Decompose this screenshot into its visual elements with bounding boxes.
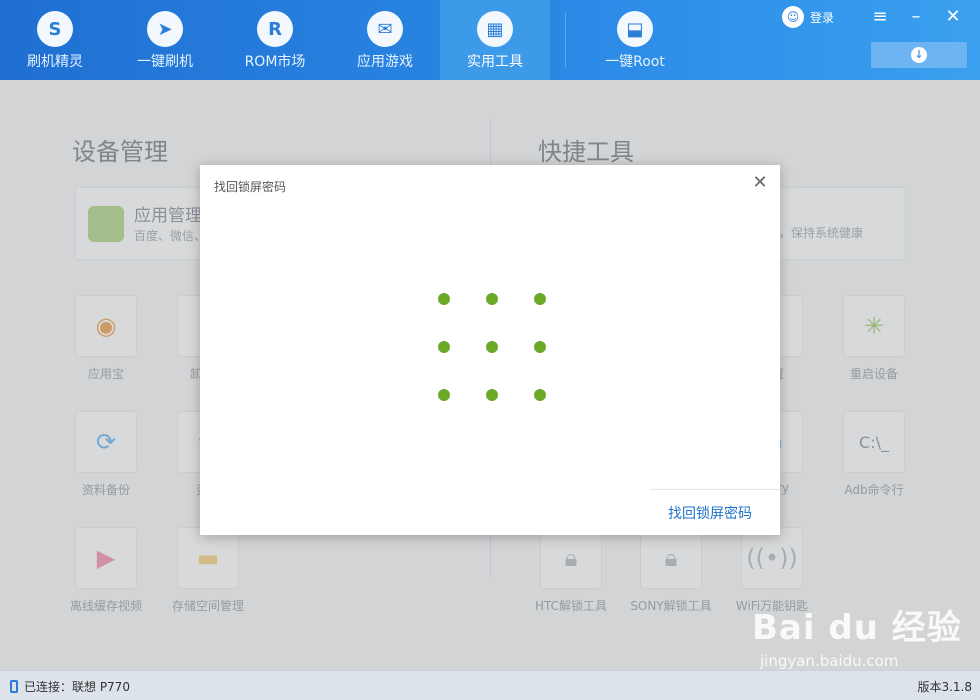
nav-item-rom-market[interactable]: R ROM市场 xyxy=(220,0,330,80)
pattern-dot[interactable] xyxy=(438,341,450,353)
download-icon: ↓ xyxy=(911,47,927,63)
login-button[interactable]: ☺ 登录 xyxy=(782,6,834,28)
minimize-icon[interactable]: – xyxy=(905,6,927,28)
nav-item-utilities[interactable]: ▦ 实用工具 xyxy=(440,0,550,80)
nav-item-label: 实用工具 xyxy=(467,54,523,70)
version-label: 版本3.1.8 xyxy=(917,680,972,694)
close-icon[interactable]: ✕ xyxy=(750,173,770,193)
nav-item-apps-games[interactable]: ✉ 应用游戏 xyxy=(330,0,440,80)
pattern-dot[interactable] xyxy=(486,293,498,305)
recover-password-link[interactable]: 找回锁屏密码 xyxy=(668,503,752,523)
pattern-dot[interactable] xyxy=(486,341,498,353)
rom-icon: R xyxy=(257,11,293,47)
nav-item-label: 一键Root xyxy=(605,54,665,70)
connection-status: 已连接：联想 P770 xyxy=(10,678,130,695)
download-button[interactable]: ↓ xyxy=(871,42,967,68)
pattern-dot[interactable] xyxy=(486,389,498,401)
watermark-logo: Bai du 经验 xyxy=(752,608,962,648)
status-bar: 已连接：联想 P770 版本3.1.8 xyxy=(0,670,980,700)
pattern-dot[interactable] xyxy=(438,389,450,401)
bag-icon: ✉ xyxy=(367,11,403,47)
pattern-dot[interactable] xyxy=(438,293,450,305)
menu-icon[interactable]: ≡ xyxy=(869,6,891,28)
qq-icon: ☺ xyxy=(782,6,804,28)
grid-icon: ▦ xyxy=(477,11,513,47)
nav-item-label: ROM市场 xyxy=(244,54,306,70)
unlock-pattern-dialog: 找回锁屏密码 ✕ 找回锁屏密码 xyxy=(200,165,780,535)
android-icon: ⬓ xyxy=(617,11,653,47)
nav-divider xyxy=(565,12,566,68)
nav-item-label: 一键刷机 xyxy=(137,54,193,70)
pattern-dot[interactable] xyxy=(534,389,546,401)
login-label: 登录 xyxy=(810,10,835,25)
nav-item-label: 刷机精灵 xyxy=(27,54,83,70)
top-nav-bar: S 刷机精灵 ➤ 一键刷机 R ROM市场 ✉ 应用游戏 ▦ 实用工具 ⬓ 一键… xyxy=(0,0,980,80)
nav-item-label: 应用游戏 xyxy=(357,54,413,70)
pattern-dot[interactable] xyxy=(534,293,546,305)
watermark-url: jingyan.baidu.com xyxy=(760,652,899,670)
nav-item-one-click-flash[interactable]: ➤ 一键刷机 xyxy=(110,0,220,80)
nav-item-one-click-root[interactable]: ⬓ 一键Root xyxy=(580,0,690,80)
dialog-divider xyxy=(650,489,780,490)
close-window-icon[interactable]: ✕ xyxy=(942,6,964,28)
pattern-dot[interactable] xyxy=(534,341,546,353)
dialog-title: 找回锁屏密码 xyxy=(214,180,287,194)
cursor-icon: ➤ xyxy=(147,11,183,47)
nav-item-flash-wizard[interactable]: S 刷机精灵 xyxy=(0,0,110,80)
connection-label: 已连接：联想 P770 xyxy=(24,680,130,694)
shield-icon: S xyxy=(37,11,73,47)
phone-icon xyxy=(10,680,18,693)
